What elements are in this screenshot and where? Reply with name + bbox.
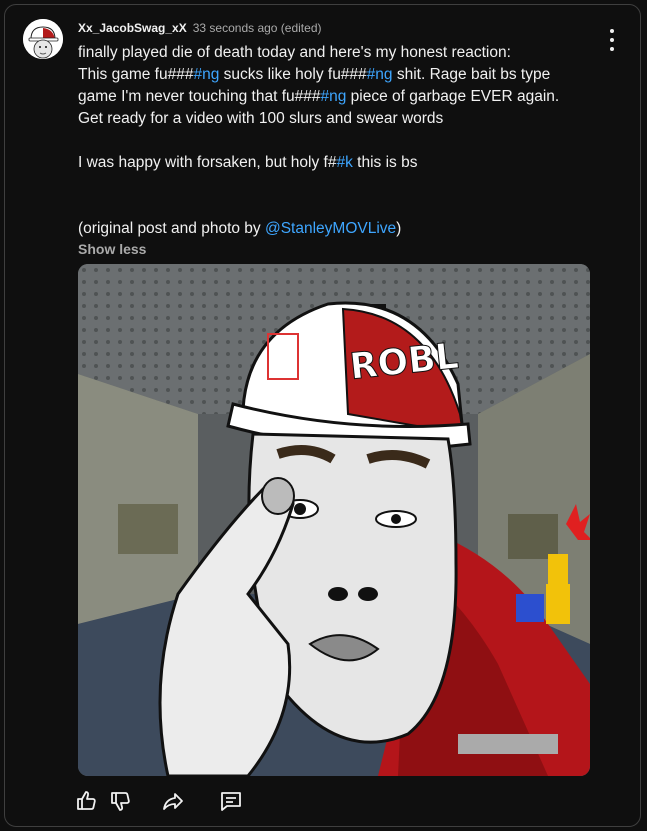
thumbs-up-icon[interactable] bbox=[75, 789, 99, 813]
share-icon[interactable] bbox=[161, 789, 185, 813]
comment-image[interactable]: ROBL bbox=[78, 264, 590, 776]
avatar-image bbox=[23, 19, 63, 59]
comment-line: (original post and photo by @StanleyMOVL… bbox=[78, 220, 402, 237]
thumbs-down-icon[interactable] bbox=[109, 789, 133, 813]
hashtag[interactable]: #ng bbox=[193, 66, 219, 83]
comment-line: game I'm never touching that fu####ng pi… bbox=[78, 88, 560, 105]
comment-line: Get ready for a video with 100 slurs and… bbox=[78, 110, 444, 127]
timestamp[interactable]: 33 seconds ago (edited) bbox=[193, 21, 322, 35]
comment-line: I was happy with forsaken, but holy f##k… bbox=[78, 154, 418, 171]
comment-icon[interactable] bbox=[219, 789, 243, 813]
mention-link[interactable]: @StanleyMOVLive bbox=[265, 220, 396, 237]
show-less-link[interactable]: Show less bbox=[78, 241, 146, 257]
avatar[interactable] bbox=[23, 19, 63, 59]
author-name[interactable]: Xx_JacobSwag_xX bbox=[78, 21, 187, 35]
hashtag[interactable]: #k bbox=[336, 154, 352, 171]
comment-card: Xx_JacobSwag_xX 33 seconds ago (edited) f… bbox=[4, 4, 641, 827]
comment-text: finally played die of death today and he… bbox=[78, 42, 598, 240]
comment-line: finally played die of death today and he… bbox=[78, 44, 511, 61]
comment-header: Xx_JacobSwag_xX 33 seconds ago (edited) bbox=[78, 21, 322, 35]
meme-drawing-image: ROBL bbox=[78, 264, 590, 776]
hashtag[interactable]: #ng bbox=[321, 88, 347, 105]
comment-line: This game fu####ng sucks like holy fu###… bbox=[78, 66, 551, 83]
more-options-icon[interactable] bbox=[604, 29, 620, 51]
hashtag[interactable]: #ng bbox=[367, 66, 393, 83]
